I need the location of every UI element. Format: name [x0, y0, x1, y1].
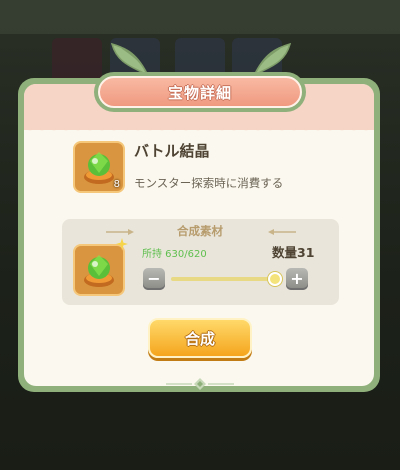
green-crystal-icon — [84, 255, 114, 287]
title-banner-inner: 宝物詳細 — [98, 76, 302, 108]
sparkle-icon — [116, 238, 128, 250]
bottom-ornament — [166, 378, 234, 390]
top-bar-background — [0, 0, 400, 34]
quantity-slider-thumb[interactable] — [268, 272, 282, 286]
title-banner: 宝物詳細 — [94, 72, 306, 112]
plus-icon: + — [290, 269, 304, 288]
material-icon-frame[interactable] — [73, 244, 125, 296]
materials-title: 合成素材 — [177, 224, 223, 238]
quantity-slider-track[interactable] — [171, 277, 275, 281]
increase-quantity-button[interactable]: + — [286, 268, 308, 290]
craft-button[interactable]: 合成 — [148, 318, 252, 358]
item-count: 8 — [113, 179, 120, 190]
item-name: バトル結晶 — [134, 142, 210, 160]
item-description: モンスター探索時に消費する — [134, 176, 284, 190]
decrease-quantity-button[interactable]: − — [143, 268, 165, 290]
craft-quantity: 数量31 — [272, 245, 315, 260]
minus-icon: − — [147, 269, 161, 288]
dialog-title: 宝物詳細 — [167, 83, 232, 102]
background-tile — [52, 38, 102, 82]
scalloped-edge — [24, 124, 374, 136]
item-icon-frame: 8 — [73, 141, 125, 193]
owned-count: 所持 630/620 — [142, 249, 207, 260]
craft-button-label: 合成 — [184, 329, 215, 348]
